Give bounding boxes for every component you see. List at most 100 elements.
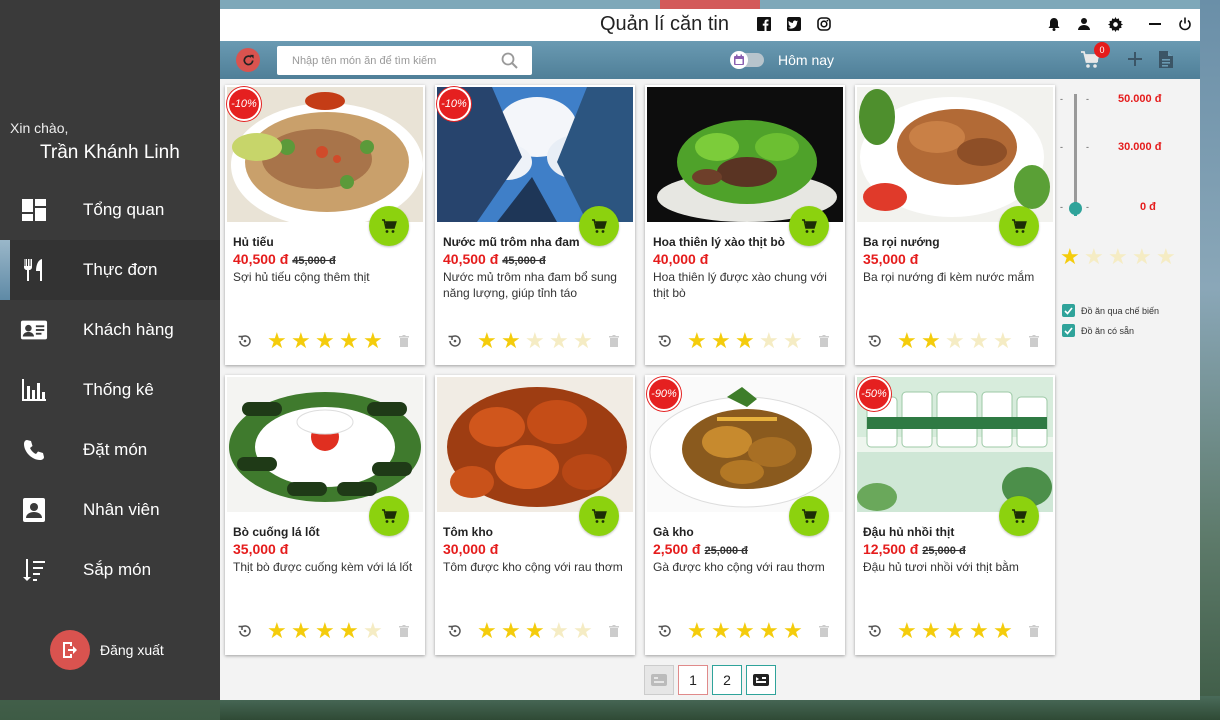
star-filled-icon[interactable]: ★ bbox=[783, 620, 807, 642]
star-empty-icon[interactable]: ★ bbox=[1156, 246, 1180, 268]
star-filled-icon[interactable]: ★ bbox=[363, 330, 387, 352]
sidebar-item-thong-ke[interactable]: Thống kê bbox=[0, 360, 220, 420]
rating-filter-stars[interactable]: ★ ★ ★ ★ ★ bbox=[1060, 246, 1180, 268]
gear-icon[interactable] bbox=[1106, 15, 1124, 33]
rating-stars[interactable]: ★ ★ ★ ★ ★ bbox=[687, 620, 807, 642]
star-empty-icon[interactable]: ★ bbox=[549, 330, 573, 352]
star-empty-icon[interactable]: ★ bbox=[969, 330, 993, 352]
sidebar-item-sap-mon[interactable]: Sắp món bbox=[0, 540, 220, 600]
star-empty-icon[interactable]: ★ bbox=[1132, 246, 1156, 268]
delete-icon[interactable] bbox=[607, 623, 621, 639]
star-filled-icon[interactable]: ★ bbox=[759, 620, 783, 642]
user-icon[interactable] bbox=[1075, 15, 1093, 33]
rating-stars[interactable]: ★ ★ ★ ★ ★ bbox=[477, 330, 597, 352]
star-filled-icon[interactable]: ★ bbox=[711, 330, 735, 352]
star-empty-icon[interactable]: ★ bbox=[759, 330, 783, 352]
star-filled-icon[interactable]: ★ bbox=[339, 330, 363, 352]
delete-icon[interactable] bbox=[817, 623, 831, 639]
star-empty-icon[interactable]: ★ bbox=[549, 620, 573, 642]
add-to-cart-button[interactable] bbox=[789, 496, 829, 536]
sidebar-item-thuc-don[interactable]: Thực đơn bbox=[0, 240, 220, 300]
add-to-cart-button[interactable] bbox=[789, 206, 829, 246]
minimize-icon[interactable] bbox=[1146, 15, 1164, 33]
menu-item-card[interactable]: -90% Gà kho 2,500 đ 25,000 đ Gà được kho … bbox=[645, 375, 845, 655]
history-icon[interactable] bbox=[447, 333, 463, 349]
star-filled-icon[interactable]: ★ bbox=[267, 330, 291, 352]
logout-button[interactable]: Đăng xuất bbox=[50, 630, 164, 670]
add-to-cart-button[interactable] bbox=[579, 206, 619, 246]
star-filled-icon[interactable]: ★ bbox=[291, 330, 315, 352]
menu-item-card[interactable]: Bò cuống lá lốt 35,000 đ Thịt bò được cu… bbox=[225, 375, 425, 655]
add-to-cart-button[interactable] bbox=[999, 206, 1039, 246]
twitter-icon[interactable] bbox=[785, 15, 803, 33]
history-icon[interactable] bbox=[447, 623, 463, 639]
rating-stars[interactable]: ★ ★ ★ ★ ★ bbox=[687, 330, 807, 352]
bell-icon[interactable] bbox=[1045, 15, 1063, 33]
star-filled-icon[interactable]: ★ bbox=[897, 330, 921, 352]
menu-item-card[interactable]: -10% Hủ tiếu 40,500 đ 45,000 đ Sợi hủ tiế… bbox=[225, 85, 425, 365]
star-empty-icon[interactable]: ★ bbox=[945, 330, 969, 352]
star-empty-icon[interactable]: ★ bbox=[573, 330, 597, 352]
sidebar-item-dat-mon[interactable]: Đặt món bbox=[0, 420, 220, 480]
instagram-icon[interactable] bbox=[815, 15, 833, 33]
add-to-cart-button[interactable] bbox=[369, 496, 409, 536]
menu-item-card[interactable]: Ba rọi nướng 35,000 đ Ba rọi nướng đi kè… bbox=[855, 85, 1055, 365]
star-filled-icon[interactable]: ★ bbox=[993, 620, 1017, 642]
sidebar-item-tong-quan[interactable]: Tổng quan bbox=[0, 180, 220, 240]
star-filled-icon[interactable]: ★ bbox=[477, 330, 501, 352]
search-input[interactable] bbox=[277, 46, 487, 75]
star-empty-icon[interactable]: ★ bbox=[573, 620, 597, 642]
refresh-button[interactable] bbox=[236, 48, 260, 72]
star-filled-icon[interactable]: ★ bbox=[315, 620, 339, 642]
star-empty-icon[interactable]: ★ bbox=[993, 330, 1017, 352]
page-button-1[interactable]: 1 bbox=[678, 665, 708, 695]
date-toggle[interactable] bbox=[730, 51, 764, 69]
power-icon[interactable] bbox=[1176, 15, 1194, 33]
checkbox-processed-food[interactable]: Đồ ăn qua chế biến bbox=[1062, 304, 1159, 317]
add-to-cart-button[interactable] bbox=[579, 496, 619, 536]
star-empty-icon[interactable]: ★ bbox=[1108, 246, 1132, 268]
search-icon[interactable] bbox=[501, 52, 518, 74]
star-filled-icon[interactable]: ★ bbox=[525, 620, 549, 642]
next-page-button[interactable] bbox=[746, 665, 776, 695]
delete-icon[interactable] bbox=[1027, 623, 1041, 639]
star-filled-icon[interactable]: ★ bbox=[897, 620, 921, 642]
star-filled-icon[interactable]: ★ bbox=[501, 330, 525, 352]
prev-page-button[interactable] bbox=[644, 665, 674, 695]
delete-icon[interactable] bbox=[397, 333, 411, 349]
star-filled-icon[interactable]: ★ bbox=[945, 620, 969, 642]
star-filled-icon[interactable]: ★ bbox=[735, 330, 759, 352]
star-filled-icon[interactable]: ★ bbox=[687, 330, 711, 352]
menu-item-card[interactable]: Hoa thiên lý xào thịt bò 40,000 đ Hoa th… bbox=[645, 85, 845, 365]
rating-stars[interactable]: ★ ★ ★ ★ ★ bbox=[477, 620, 597, 642]
star-empty-icon[interactable]: ★ bbox=[1084, 246, 1108, 268]
add-to-cart-button[interactable] bbox=[999, 496, 1039, 536]
history-icon[interactable] bbox=[237, 623, 253, 639]
checkbox-ready-food[interactable]: Đồ ăn có sẵn bbox=[1062, 324, 1134, 337]
history-icon[interactable] bbox=[867, 623, 883, 639]
star-filled-icon[interactable]: ★ bbox=[711, 620, 735, 642]
sidebar-item-nhan-vien[interactable]: Nhân viên bbox=[0, 480, 220, 540]
price-slider-track[interactable] bbox=[1074, 94, 1077, 216]
document-icon[interactable] bbox=[1158, 50, 1174, 74]
star-filled-icon[interactable]: ★ bbox=[921, 620, 945, 642]
add-icon[interactable] bbox=[1127, 51, 1143, 72]
rating-stars[interactable]: ★ ★ ★ ★ ★ bbox=[897, 620, 1017, 642]
rating-stars[interactable]: ★ ★ ★ ★ ★ bbox=[267, 330, 387, 352]
menu-item-card[interactable]: -10% Nước mũ trôm nha đam 40,500 đ 45,000… bbox=[435, 85, 635, 365]
star-filled-icon[interactable]: ★ bbox=[267, 620, 291, 642]
history-icon[interactable] bbox=[657, 333, 673, 349]
menu-item-card[interactable]: -50% Đậu hủ nhồi thịt 12,500 đ 25,000 đ Đ… bbox=[855, 375, 1055, 655]
star-filled-icon[interactable]: ★ bbox=[921, 330, 945, 352]
star-filled-icon[interactable]: ★ bbox=[1060, 246, 1084, 268]
star-filled-icon[interactable]: ★ bbox=[315, 330, 339, 352]
star-filled-icon[interactable]: ★ bbox=[501, 620, 525, 642]
page-button-2[interactable]: 2 bbox=[712, 665, 742, 695]
star-filled-icon[interactable]: ★ bbox=[339, 620, 363, 642]
star-filled-icon[interactable]: ★ bbox=[291, 620, 315, 642]
star-filled-icon[interactable]: ★ bbox=[969, 620, 993, 642]
add-to-cart-button[interactable] bbox=[369, 206, 409, 246]
star-empty-icon[interactable]: ★ bbox=[363, 620, 387, 642]
rating-stars[interactable]: ★ ★ ★ ★ ★ bbox=[267, 620, 387, 642]
delete-icon[interactable] bbox=[607, 333, 621, 349]
